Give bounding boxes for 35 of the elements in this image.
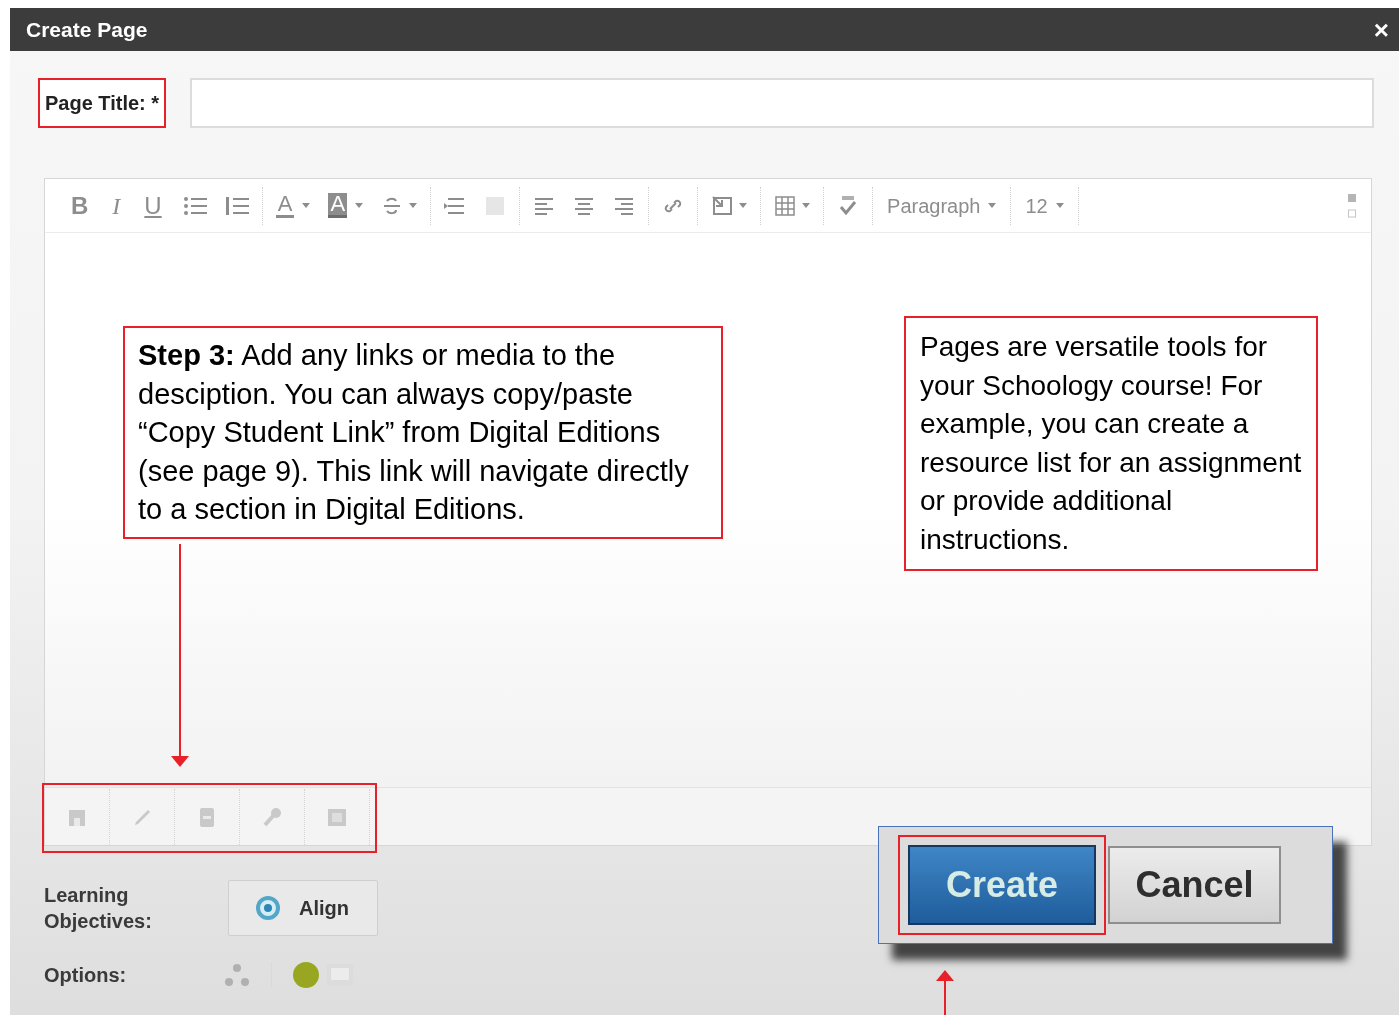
italic-button[interactable]: I: [100, 185, 133, 226]
table-icon: [774, 194, 797, 217]
close-button[interactable]: ×: [1373, 16, 1389, 43]
resize-grip-icon: [1347, 192, 1357, 219]
numbered-list-icon: [224, 194, 249, 217]
caret-icon: [739, 203, 748, 208]
caret-icon: [988, 203, 997, 208]
window-title: Create Page: [26, 16, 148, 43]
status-dot-icon: [292, 961, 320, 989]
annotation-callout: Step 3: Add any links or media to the desciption. You can always copy/paste “Copy Student Link” from Digital Editions (see page 9). This link will navigate directly to a section in Digital Editions.: [123, 326, 723, 539]
nodes-icon: [223, 962, 251, 988]
caret-icon: [302, 203, 311, 208]
caret-icon: [409, 203, 418, 208]
caret-icon: [355, 203, 364, 208]
caret-icon: [1055, 203, 1064, 208]
page-title-field[interactable]: [190, 78, 1374, 128]
bullet-list-icon: [182, 194, 207, 217]
caret-icon: [802, 203, 811, 208]
target-icon: [255, 895, 281, 921]
font-color-button[interactable]: A: [266, 185, 320, 226]
insert-icon: [711, 194, 734, 217]
page-title-label: Page Title: *: [38, 78, 167, 128]
font-size-select[interactable]: 12: [1015, 185, 1074, 226]
options-label: Options:: [44, 963, 128, 988]
learning-objectives-label: Learning Objectives:: [44, 883, 153, 934]
cancel-button[interactable]: Cancel: [1108, 846, 1281, 924]
underline-button[interactable]: U: [132, 185, 174, 226]
paragraph-select[interactable]: Paragraph: [877, 185, 1007, 226]
outdent-icon: [484, 194, 507, 217]
bold-button[interactable]: B: [59, 185, 101, 226]
annotation-arrow: [935, 969, 955, 1015]
align-button[interactable]: Align: [228, 880, 378, 936]
annotation-callout: Pages are versatile tools for your Schoology course! For example, you can create a resource list for an assignment or provide additional instructions.: [904, 316, 1318, 571]
highlight-color-button[interactable]: A: [319, 185, 373, 226]
microphone-icon: [261, 805, 283, 828]
